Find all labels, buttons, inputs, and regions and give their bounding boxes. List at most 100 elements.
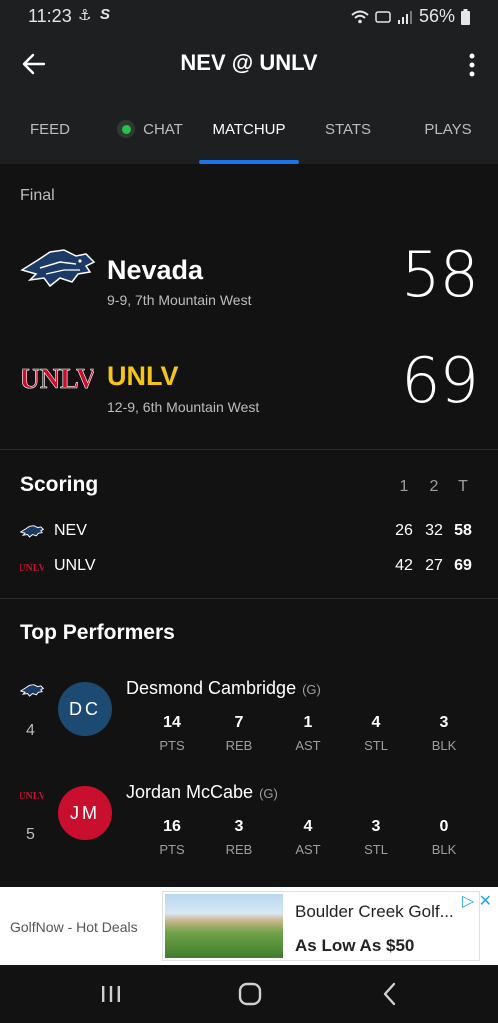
stat-label: STL [364,738,388,753]
stat-stl: 3 STL [346,818,406,857]
battery-percent: 56% [418,6,455,26]
total-score: 69 [454,557,472,574]
unlv-logo-small: UNLV [20,563,44,574]
stat-label: REB [225,842,253,857]
chat-online-icon [117,120,136,138]
unlv-logo: UNLV [22,364,94,396]
stat-pts: 16 PTS [142,818,202,857]
more-options-icon[interactable] [466,52,478,78]
status-time: 11:23 [28,6,72,26]
away-team-name[interactable]: Nevada [107,255,203,286]
team-abbr: NEV [54,522,87,539]
active-tab-indicator [199,160,299,164]
app-bar: NEV @ UNLV [0,34,498,94]
divider [0,449,498,450]
jersey-number: 4 [26,722,35,739]
wifi-icon [351,10,369,23]
tab-plays[interactable]: PLAYS [398,94,498,164]
home-team-name[interactable]: UNLV [107,361,179,392]
stat-value: 4 [303,818,313,835]
ad-subline: As Low As $50 [295,936,415,955]
ad-card[interactable]: Boulder Creek Golf... As Low As $50 [162,891,480,961]
stat-reb: 7 REB [209,714,269,753]
unlv-logo-small-text: UNLV [20,791,44,802]
player-position: (G) [302,682,321,697]
stat-ast: 4 AST [278,818,338,857]
battery-icon [461,8,470,25]
player-position: (G) [259,786,278,801]
scoring-row-nev[interactable]: NEV 26 32 58 [20,517,478,547]
player-name: Desmond Cambridge (G) [126,678,321,699]
stat-blk: 0 BLK [414,818,474,857]
tab-feed[interactable]: FEED [0,94,100,164]
total-score: 58 [454,522,472,539]
top-performers-title: Top Performers [20,621,175,644]
scoring-row-unlv[interactable]: UNLV UNLV 42 27 69 [20,552,478,582]
tab-chat-label: CHAT [143,120,183,138]
period-1-score: 26 [395,522,413,539]
period-header-1: 1 [399,478,409,495]
unlv-logo-small-text: UNLV [20,563,44,574]
period-header-total: T [458,478,468,495]
nevada-wolf-logo-small [20,525,44,538]
stat-blk: 3 BLK [414,714,474,753]
back-nav-icon[interactable] [375,979,405,1009]
system-nav-bar [0,965,498,1023]
page-title: NEV @ UNLV [180,50,318,75]
nevada-wolf-logo-small [20,684,44,697]
ad-headline: Boulder Creek Golf... [295,902,454,921]
period-1-score: 42 [395,557,413,574]
stat-value: 0 [439,818,449,835]
player-name: Jordan McCabe (G) [126,782,278,803]
scoring-title: Scoring [20,473,99,496]
home-team-record: 12-9, 6th Mountain West [107,399,260,415]
unlv-logo-text: UNLV [22,364,94,395]
performer-row[interactable]: UNLV 5 JM Jordan McCabe (G) 16 PTS 3 REB 4 A… [20,782,478,882]
stat-stl: 4 STL [346,714,406,753]
home-icon[interactable] [235,979,265,1009]
period-2-score: 27 [425,557,443,574]
stat-label: BLK [431,738,457,753]
stat-pts: 14 PTS [142,714,202,753]
stat-label: BLK [431,842,457,857]
nevada-wolf-logo [20,249,96,288]
away-team-score: 58 [401,238,479,311]
stat-value: 7 [234,714,244,731]
stat-value: 3 [439,714,449,731]
stat-value: 3 [371,818,381,835]
stat-label: AST [295,738,321,753]
stat-reb: 3 REB [209,818,269,857]
tab-matchup[interactable]: MATCHUP [199,94,299,164]
stat-value: 4 [371,714,381,731]
period-2-score: 32 [425,522,443,539]
volte-icon [375,10,391,23]
performer-row[interactable]: 4 DC Desmond Cambridge (G) 14 PTS 7 REB 1 AS… [20,678,478,778]
divider [0,598,498,599]
ad-choices-icon[interactable]: ▷ ✕ [462,891,492,911]
jersey-number: 5 [26,826,35,843]
stat-label: PTS [159,738,185,753]
sports-app-icon: S [100,6,111,23]
tab-chat[interactable]: CHAT [100,94,200,164]
game-status: Final [20,187,55,204]
period-header-2: 2 [429,478,439,495]
recent-apps-icon[interactable] [96,979,126,1009]
tab-plays-label: PLAYS [424,120,472,138]
ad-brand: GolfNow - Hot Deals [10,919,138,935]
ad-image [165,894,283,958]
avatar: JM [58,786,112,840]
stat-ast: 1 AST [278,714,338,753]
stat-label: STL [364,842,388,857]
tab-feed-label: FEED [29,120,70,138]
status-right: 56% [351,6,470,27]
signal-icon [397,10,412,24]
unlv-logo-small: UNLV [20,791,44,802]
away-team-record: 9-9, 7th Mountain West [107,292,252,308]
team-abbr: UNLV [54,557,96,574]
player-name-text: Desmond Cambridge [126,678,297,698]
stat-label: PTS [159,842,185,857]
tab-stats[interactable]: STATS [298,94,398,164]
ad-banner[interactable]: GolfNow - Hot Deals Boulder Creek Golf..… [0,887,498,965]
stat-label: REB [225,738,253,753]
tab-stats-label: STATS [324,120,372,138]
